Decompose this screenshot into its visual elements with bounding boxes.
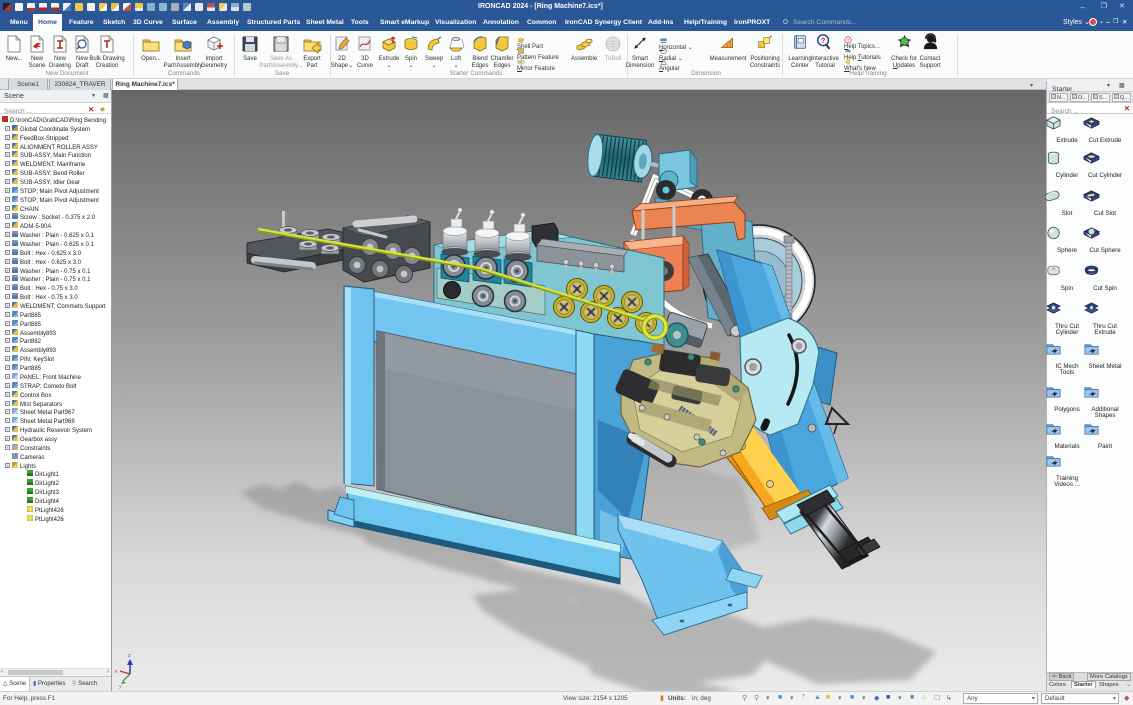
- svg-text:?: ?: [821, 36, 825, 45]
